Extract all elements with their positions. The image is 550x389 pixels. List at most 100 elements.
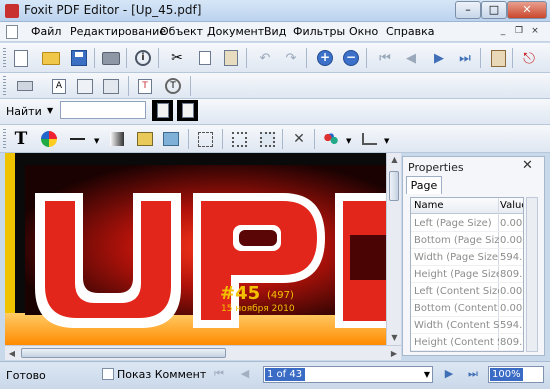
font-icon[interactable]: T	[134, 75, 156, 97]
page-number-value: 1 of 43	[265, 368, 305, 381]
find-previous-button[interactable]	[152, 100, 173, 121]
window-title: Foxit PDF Editor - [Up_45.pdf]	[24, 3, 202, 17]
mdi-close-button[interactable]: ×	[528, 25, 542, 38]
open-icon[interactable]	[40, 47, 62, 69]
select-icon[interactable]	[194, 128, 216, 150]
print-icon[interactable]	[100, 47, 122, 69]
grid-header: Name Value	[411, 198, 523, 214]
prev-page-icon[interactable]: ◀	[400, 47, 422, 69]
table-row[interactable]: Height (Page Size)809.2	[411, 266, 523, 283]
undo-icon[interactable]: ↶	[254, 47, 276, 69]
text-field-icon[interactable]: A	[48, 75, 70, 97]
first-page-icon[interactable]: ⏮	[212, 367, 226, 381]
toolbar-grip[interactable]	[3, 129, 6, 149]
tab-page[interactable]: Page	[406, 176, 442, 194]
toolbar-grip[interactable]	[3, 76, 6, 96]
cut-icon[interactable]: ✂	[166, 47, 188, 69]
table-row[interactable]: Width (Content Size)594.2	[411, 317, 523, 334]
scroll-left-icon[interactable]: ◀	[5, 346, 19, 361]
document-icon[interactable]	[6, 25, 18, 39]
save-icon[interactable]	[68, 47, 90, 69]
shade-icon[interactable]	[106, 128, 128, 150]
menu-object[interactable]: Объект	[160, 25, 203, 38]
menu-view[interactable]: Вид	[264, 25, 286, 38]
issue-number-text: #45	[220, 283, 261, 304]
last-page-icon[interactable]: ⏭	[466, 367, 480, 381]
page-number-field[interactable]: 1 of 43 ▼	[263, 366, 433, 383]
zoom-in-icon[interactable]: +	[314, 47, 336, 69]
minimize-button[interactable]: –	[455, 1, 481, 19]
prev-page-icon[interactable]: ◀	[238, 367, 252, 381]
column-value[interactable]: Value	[500, 200, 523, 211]
document-view[interactable]: #45 (497) 15 ноября 2010	[5, 153, 386, 345]
menu-file[interactable]: Файл	[31, 25, 61, 38]
find-dropdown-icon[interactable]: ▼	[47, 106, 53, 115]
properties-scrollbar[interactable]	[526, 197, 538, 352]
table-row[interactable]: Left (Page Size)0.000	[411, 215, 523, 232]
align-objects-icon[interactable]	[358, 128, 380, 150]
vertical-scroll-thumb[interactable]	[389, 171, 399, 201]
color-icon[interactable]	[38, 128, 60, 150]
line-dropdown-icon[interactable]: ▼	[94, 137, 99, 145]
info-icon[interactable]: i	[132, 47, 154, 69]
stamp-icon[interactable]: T	[162, 75, 184, 97]
group-dropdown-icon[interactable]: ▼	[346, 137, 351, 145]
delete-icon[interactable]: ✕	[288, 128, 310, 150]
copy-icon[interactable]	[194, 47, 216, 69]
expand-icon[interactable]	[256, 128, 278, 150]
menu-filters[interactable]: Фильтры	[293, 25, 345, 38]
table-row[interactable]: Width (Page Size)594.2	[411, 249, 523, 266]
text-tool-icon[interactable]: T	[10, 128, 32, 150]
paste-icon[interactable]	[220, 47, 242, 69]
document-horizontal-scrollbar[interactable]: ◀ ▶	[5, 345, 401, 360]
properties-panel: Properties ✕ Page Name Value Left (Page …	[402, 156, 545, 356]
keyboard-icon[interactable]	[14, 75, 36, 97]
redo-icon[interactable]: ↷	[280, 47, 302, 69]
align-dropdown-icon[interactable]: ▼	[384, 137, 389, 145]
table-row[interactable]: Bottom (Page Size)0.000	[411, 232, 523, 249]
table-row[interactable]: Bottom (Content Size)0.000	[411, 300, 523, 317]
split-icon[interactable]	[100, 75, 122, 97]
line-icon[interactable]	[66, 128, 88, 150]
group-icon[interactable]	[320, 128, 342, 150]
issue-total-text: (497)	[267, 290, 294, 301]
scroll-up-icon[interactable]: ▲	[387, 153, 402, 167]
menu-document[interactable]: Документ	[207, 25, 264, 38]
menu-edit[interactable]: Редактирование	[70, 25, 166, 38]
new-icon[interactable]	[10, 47, 32, 69]
column-name[interactable]: Name	[414, 200, 444, 211]
next-page-icon[interactable]: ▶	[442, 367, 456, 381]
document-vertical-scrollbar[interactable]: ▲ ▼	[386, 153, 401, 345]
crop-icon[interactable]	[228, 128, 250, 150]
calculator-icon[interactable]	[487, 47, 509, 69]
horizontal-scroll-thumb[interactable]	[21, 348, 226, 358]
find-input[interactable]	[60, 101, 146, 119]
zoom-out-icon[interactable]: −	[340, 47, 362, 69]
scroll-down-icon[interactable]: ▼	[387, 331, 402, 345]
table-row[interactable]: Height (Content Size)809.2	[411, 334, 523, 351]
zoom-value: 100%	[490, 368, 523, 381]
toolbar-grip[interactable]	[3, 48, 6, 68]
show-comments-label: Показ Коммент	[117, 368, 207, 381]
first-page-icon[interactable]: ⏮	[374, 47, 396, 69]
last-page-icon[interactable]: ⏭	[454, 47, 476, 69]
chevron-down-icon[interactable]: ▼	[424, 370, 430, 379]
edit-image-icon[interactable]	[134, 128, 156, 150]
close-panel-icon[interactable]: ✕	[522, 158, 533, 173]
close-button[interactable]: ✕	[507, 1, 547, 19]
menu-bar: Файл Редактирование Объект Документ Вид …	[0, 22, 550, 42]
show-comments-checkbox[interactable]	[102, 368, 114, 380]
mdi-restore-button[interactable]: ❐	[512, 25, 526, 38]
menu-help[interactable]: Справка	[386, 25, 434, 38]
edit-shape-icon[interactable]	[160, 128, 182, 150]
exit-icon[interactable]: ⎋	[518, 47, 540, 69]
zoom-field[interactable]: 100%	[488, 366, 544, 383]
scroll-right-icon[interactable]: ▶	[387, 346, 401, 361]
align-icon[interactable]	[74, 75, 96, 97]
table-row[interactable]: Left (Content Size)0.000	[411, 283, 523, 300]
next-page-icon[interactable]: ▶	[428, 47, 450, 69]
find-next-button[interactable]	[177, 100, 198, 121]
mdi-minimize-button[interactable]: _	[496, 25, 510, 38]
menu-window[interactable]: Окно	[349, 25, 378, 38]
maximize-button[interactable]: □	[481, 1, 507, 19]
